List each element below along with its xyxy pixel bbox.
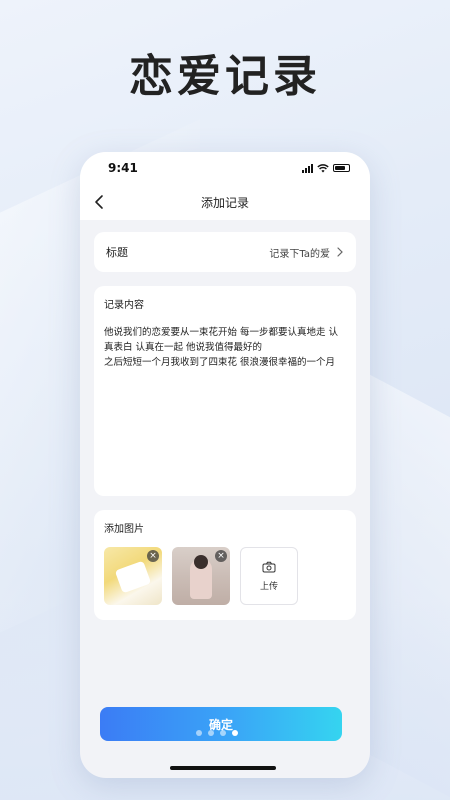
signal-icon — [302, 163, 313, 173]
content-textarea[interactable]: 他说我们的恋爱要从一束花开始 每一步都要认真地走 认真表白 认真在一起 他说我值… — [104, 325, 346, 370]
chevron-right-icon — [337, 247, 343, 257]
camera-icon — [262, 561, 276, 572]
title-value: 记录下Ta的爱 — [269, 248, 330, 260]
battery-icon — [333, 164, 350, 172]
page-dot-active — [232, 730, 238, 736]
page-dot — [220, 730, 226, 736]
close-icon[interactable]: × — [215, 550, 227, 562]
home-indicator — [170, 766, 276, 770]
page-headline: 恋爱记录 — [129, 51, 321, 102]
photo-card: 添加图片 × × 上传 — [94, 510, 356, 620]
photo-thumbnail[interactable]: × — [104, 547, 162, 605]
page-dot — [208, 730, 214, 736]
photo-content — [194, 555, 208, 569]
photo-thumbnail[interactable]: × — [172, 547, 230, 605]
upload-label: 上传 — [259, 581, 278, 592]
page-dot — [196, 730, 202, 736]
photos-label: 添加图片 — [104, 524, 144, 535]
photo-content — [114, 560, 152, 594]
page-indicator — [196, 730, 238, 736]
title-value-group[interactable]: 记录下Ta的爱 — [269, 245, 344, 260]
back-icon[interactable] — [92, 194, 108, 210]
upload-button[interactable]: 上传 — [240, 547, 298, 605]
status-icons — [302, 163, 350, 173]
content-label: 记录内容 — [104, 300, 144, 311]
status-bar: 9:41 — [80, 152, 370, 184]
wifi-icon — [317, 163, 329, 172]
title-row[interactable]: 标题 记录下Ta的爱 — [94, 232, 356, 272]
photo-list: × × 上传 — [104, 547, 346, 605]
title-label: 标题 — [106, 246, 128, 259]
content-card: 记录内容 他说我们的恋爱要从一束花开始 每一步都要认真地走 认真表白 认真在一起… — [94, 286, 356, 496]
nav-bar: 添加记录 — [80, 184, 370, 220]
status-time: 9:41 — [108, 161, 138, 175]
page-title: 添加记录 — [200, 195, 249, 210]
phone-frame: 9:41 添加记录 标题 记录下Ta的爱 记录内容 他说我们的恋爱要从一束花开始… — [80, 152, 370, 778]
close-icon[interactable]: × — [147, 550, 159, 562]
